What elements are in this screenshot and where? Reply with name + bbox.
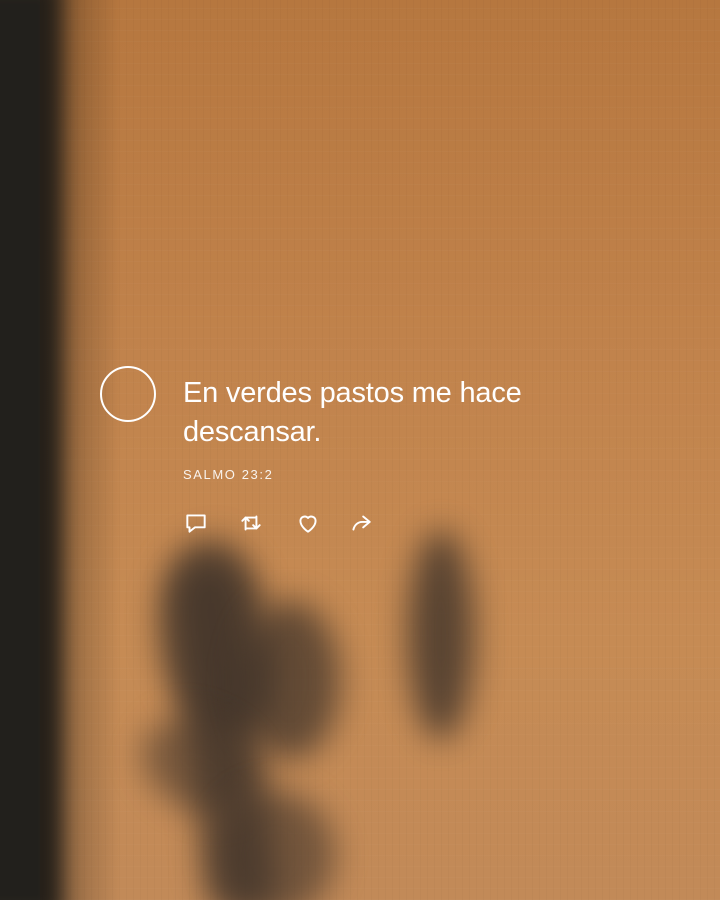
repost-button[interactable] <box>238 510 264 536</box>
like-button[interactable] <box>295 510 321 536</box>
heart-icon <box>299 515 317 533</box>
post-card: En verdes pastos me hace descansar. SALM… <box>0 0 720 900</box>
background-photo: En verdes pastos me hace descansar. SALM… <box>0 0 720 900</box>
post-reference: SALMO 23:2 <box>183 467 274 482</box>
share-icon <box>352 515 371 531</box>
comment-icon <box>186 514 206 533</box>
avatar[interactable] <box>100 366 156 422</box>
post-text: En verdes pastos me hace descansar. <box>183 377 522 448</box>
share-button[interactable] <box>348 510 374 536</box>
repost-icon <box>241 515 261 531</box>
reply-button[interactable] <box>183 510 209 536</box>
